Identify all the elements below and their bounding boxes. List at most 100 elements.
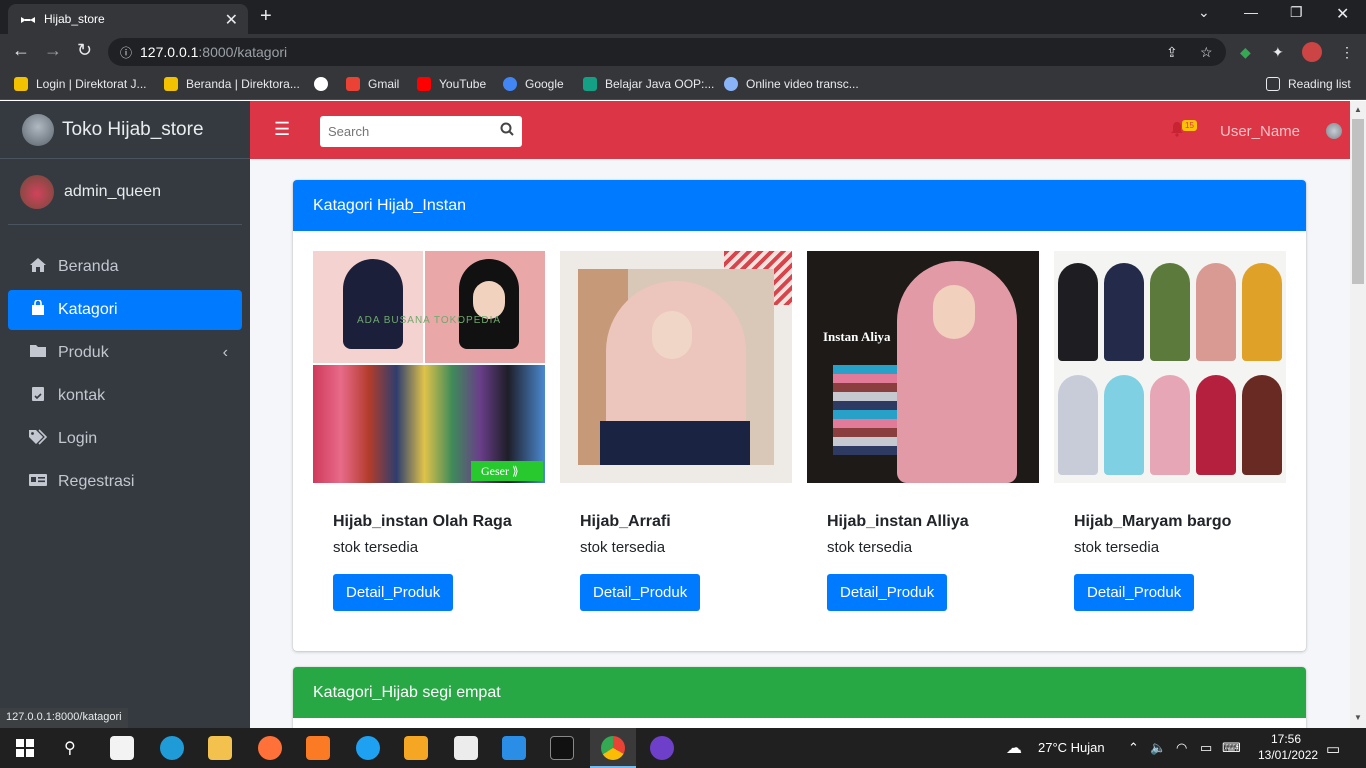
bookmark-item[interactable]: Online video transc... — [724, 77, 859, 91]
reading-list-button[interactable]: Reading list — [1266, 77, 1351, 91]
search-icon[interactable]: ⚲ — [64, 738, 76, 758]
extensions-puzzle-icon[interactable]: ✦ — [1272, 44, 1284, 61]
sidebar-item-label: Login — [58, 430, 98, 447]
product-image[interactable]: Instan Aliya — [807, 251, 1039, 483]
google-icon — [503, 77, 517, 91]
detail-produk-button[interactable]: Detail_Produk — [827, 574, 948, 611]
sidebar-item-kontak[interactable]: kontak — [8, 376, 242, 416]
battery-icon[interactable]: ▭ — [1200, 740, 1212, 756]
chrome-taskbar-button[interactable] — [590, 728, 636, 768]
volume-icon[interactable]: 🔈 — [1150, 740, 1166, 756]
sidebar-item-produk[interactable]: Produk ‹ — [8, 333, 242, 373]
internet-explorer-icon[interactable] — [356, 736, 380, 760]
product-image[interactable] — [560, 251, 792, 483]
tab-favicon-icon — [20, 14, 36, 24]
bookmark-star-icon[interactable]: ☆ — [1200, 44, 1213, 61]
firefox-icon[interactable] — [258, 736, 282, 760]
media-player-icon[interactable] — [404, 736, 428, 760]
xampp-icon[interactable] — [306, 736, 330, 760]
detail-produk-button[interactable]: Detail_Produk — [333, 574, 454, 611]
clock[interactable]: 17:56 13/01/2022 — [1258, 732, 1318, 762]
reading-list-label: Reading list — [1288, 77, 1351, 91]
minimize-icon[interactable]: — — [1244, 4, 1258, 20]
maximize-icon[interactable]: ❐ — [1290, 4, 1303, 21]
product-image[interactable] — [1054, 251, 1286, 483]
calendar-app-icon[interactable] — [454, 736, 478, 760]
product-name: Hijab_instan Olah Raga — [333, 513, 512, 530]
chevron-up-icon[interactable]: ⌃ — [1128, 740, 1139, 756]
scroll-up-icon[interactable]: ▲ — [1354, 105, 1362, 114]
product-stock: stok tersedia — [1074, 539, 1160, 556]
bookmark-item[interactable]: Login | Direktorat J... — [14, 77, 147, 91]
forward-icon[interactable]: → — [44, 40, 62, 61]
profile-avatar-icon[interactable] — [1302, 42, 1322, 62]
user-name: admin_queen — [64, 182, 161, 200]
sidebar-item-label: Beranda — [58, 258, 119, 275]
weather-text[interactable]: 27°C Hujan — [1038, 740, 1105, 755]
bookmark-item[interactable]: YouTube — [417, 77, 486, 91]
back-icon[interactable]: ← — [12, 40, 30, 61]
file-explorer-icon[interactable] — [208, 736, 232, 760]
sidebar-item-katagori[interactable]: Katagori — [8, 290, 242, 330]
windows-start-icon[interactable] — [16, 739, 34, 762]
scroll-down-icon[interactable]: ▼ — [1354, 713, 1362, 722]
store-icon[interactable] — [110, 736, 134, 760]
product-card: Hijab_Arrafi stok tersedia Detail_Produk — [560, 251, 792, 611]
extension-icon[interactable]: ◆ — [1240, 44, 1251, 61]
product-card: ADA BUSANA TOKOPEDIA Geser ⟫ Hijab_insta… — [313, 251, 545, 611]
sidebar-item-regestrasi[interactable]: Regestrasi — [8, 462, 242, 502]
detail-produk-button[interactable]: Detail_Produk — [580, 574, 701, 611]
browser-tab[interactable]: Hijab_store ✕ — [8, 4, 248, 34]
vscode-icon[interactable] — [502, 736, 526, 760]
bookmark-label: Google — [525, 77, 564, 91]
edge-icon[interactable] — [160, 736, 184, 760]
page-scrollbar[interactable]: ▲ ▼ — [1350, 101, 1366, 728]
search-input[interactable] — [320, 116, 490, 147]
search-box — [320, 116, 522, 147]
url-input[interactable]: ⓘ 127.0.0.1:8000/katagori — [108, 38, 1226, 66]
new-tab-icon[interactable]: + — [260, 5, 272, 28]
reload-icon[interactable]: ↻ — [77, 40, 92, 61]
window-close-icon[interactable]: ✕ — [1336, 4, 1349, 24]
sidebar-item-login[interactable]: Login — [8, 419, 242, 459]
bookmark-label: YouTube — [439, 77, 487, 91]
address-bar: ← → ↻ ⓘ 127.0.0.1:8000/katagori ⇪ ☆ ◆ ✦ … — [0, 34, 1366, 70]
id-card-icon — [28, 472, 48, 493]
menu-kebab-icon[interactable]: ⋮ — [1340, 44, 1354, 61]
bookmark-item[interactable]: Beranda | Direktora... — [164, 77, 300, 91]
hamburger-menu-icon[interactable]: ☰ — [274, 119, 290, 140]
notification-count-badge: 15 — [1182, 120, 1197, 131]
wifi-icon[interactable]: ◠ — [1176, 740, 1187, 756]
category-card-instan: Katagori Hijab_Instan ADA BUSANA TOKOPED… — [293, 180, 1306, 651]
terminal-icon[interactable] — [550, 736, 574, 760]
tab-search-icon[interactable]: ⌄ — [1198, 4, 1210, 21]
product-card: Hijab_Maryam bargo stok tersedia Detail_… — [1054, 251, 1286, 611]
top-username[interactable]: User_Name — [1220, 123, 1300, 140]
brand-link[interactable]: Toko Hijab_store — [0, 101, 250, 159]
product-image-caption: Instan Aliya — [823, 329, 891, 344]
share-icon[interactable]: ⇪ — [1166, 44, 1178, 61]
product-card: Instan Aliya Hijab_instan Alliya stok te… — [807, 251, 1039, 611]
bookmark-item[interactable] — [314, 77, 336, 91]
search-icon[interactable] — [500, 122, 514, 139]
bookmark-item[interactable]: Google — [503, 77, 564, 91]
language-icon[interactable]: ⌨ — [1222, 740, 1241, 756]
product-image[interactable]: ADA BUSANA TOKOPEDIA Geser ⟫ — [313, 251, 545, 483]
bookmark-label: Beranda | Direktora... — [186, 77, 300, 91]
user-avatar-icon[interactable] — [1326, 123, 1342, 139]
url-path: :8000/katagori — [198, 44, 288, 60]
bookmark-favicon-icon — [583, 77, 597, 91]
notification-center-icon[interactable]: ▭ — [1326, 740, 1340, 758]
tab-close-icon[interactable]: ✕ — [225, 10, 238, 30]
bookmarks-bar: Login | Direktorat J... Beranda | Direkt… — [0, 70, 1366, 100]
site-info-icon[interactable]: ⓘ — [120, 44, 132, 61]
bookmark-item[interactable]: Belajar Java OOP:... — [583, 77, 714, 91]
tab-title: Hijab_store — [44, 12, 105, 26]
user-panel[interactable]: admin_queen — [8, 159, 242, 225]
sidebar-item-label: Produk — [58, 344, 109, 361]
scrollbar-thumb[interactable] — [1352, 119, 1364, 284]
sidebar-item-beranda[interactable]: Beranda — [8, 247, 242, 287]
detail-produk-button[interactable]: Detail_Produk — [1074, 574, 1195, 611]
github-desktop-icon[interactable] — [650, 736, 674, 760]
bookmark-item[interactable]: Gmail — [346, 77, 399, 91]
